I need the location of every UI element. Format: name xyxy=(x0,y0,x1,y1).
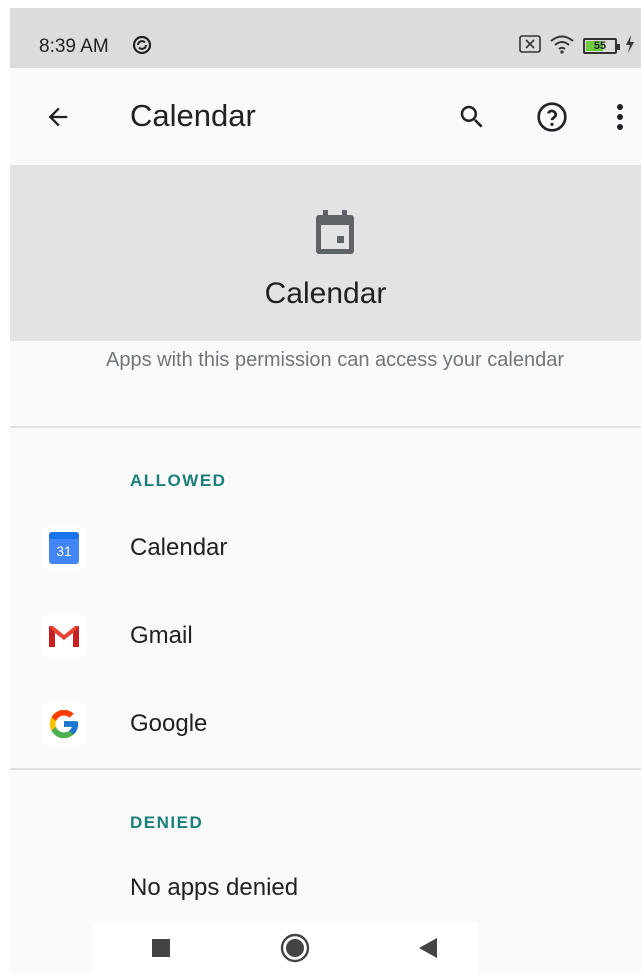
denied-section-label: DENIED xyxy=(130,813,204,832)
app-bar: Calendar xyxy=(10,68,641,165)
permission-title: Calendar xyxy=(264,277,387,310)
more-vert-icon[interactable] xyxy=(598,95,641,139)
app-name: Gmail xyxy=(130,622,193,649)
app-row-gmail[interactable]: Gmail xyxy=(10,598,641,678)
navigation-bar xyxy=(93,922,478,973)
arrow-back-icon[interactable] xyxy=(36,95,80,139)
search-icon[interactable] xyxy=(450,95,494,139)
status-time: 8:39 AM xyxy=(39,36,109,57)
google-icon xyxy=(42,702,86,746)
calendar-icon xyxy=(313,208,357,261)
divider xyxy=(10,768,641,770)
google-calendar-icon: 31 xyxy=(42,526,86,570)
recents-square-icon[interactable] xyxy=(131,922,191,973)
gmail-icon xyxy=(42,614,86,658)
app-row-calendar[interactable]: 31 Calendar xyxy=(10,510,641,590)
divider xyxy=(10,426,641,428)
wifi-icon xyxy=(549,34,575,59)
app-name: Google xyxy=(130,710,208,737)
status-bar: 8:39 AM 55 xyxy=(10,8,641,68)
allowed-section-label: ALLOWED xyxy=(130,471,227,490)
battery-level: 55 xyxy=(593,39,607,52)
sync-status-icon xyxy=(132,35,152,55)
no-sim-icon xyxy=(519,34,541,58)
permission-description: Apps with this permission can access you… xyxy=(106,349,564,371)
home-circle-icon[interactable] xyxy=(265,922,325,973)
calendar-icon-day: 31 xyxy=(56,543,72,559)
permission-header: Calendar xyxy=(10,165,641,341)
help-icon[interactable] xyxy=(530,95,574,139)
status-icons: 55 xyxy=(519,34,635,59)
page-title: Calendar xyxy=(130,98,256,133)
no-apps-denied-text: No apps denied xyxy=(130,874,299,901)
screen: 8:39 AM 55 Calendar Calendar Apps with t… xyxy=(10,8,641,973)
battery-icon: 55 xyxy=(583,38,620,54)
charging-icon xyxy=(625,34,635,58)
back-triangle-icon[interactable] xyxy=(398,922,458,973)
app-name: Calendar xyxy=(130,534,228,561)
app-row-google[interactable]: Google xyxy=(10,686,641,766)
